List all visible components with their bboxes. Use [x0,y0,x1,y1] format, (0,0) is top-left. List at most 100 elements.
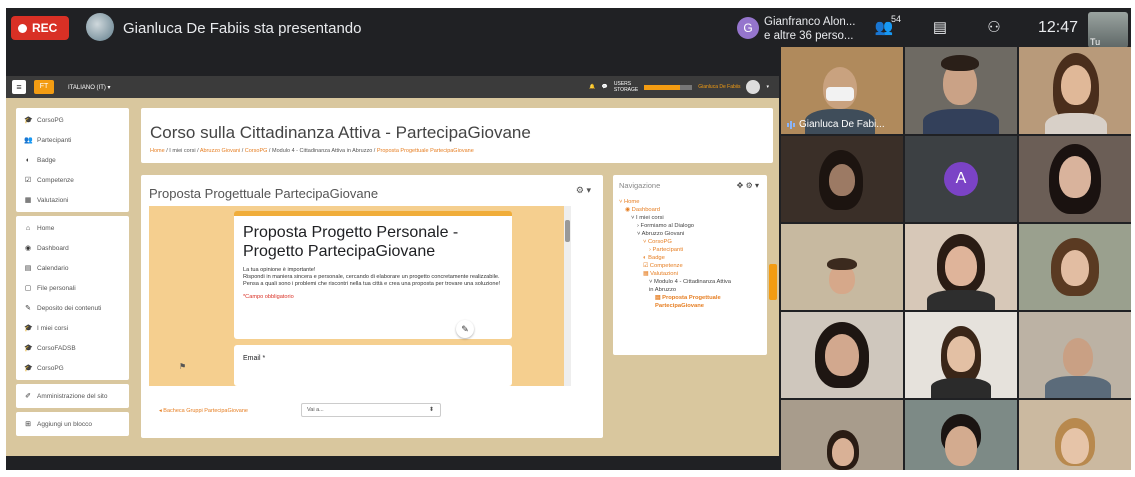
nav-tree-item[interactable]: ▦ Valutazioni [619,270,761,278]
participant-tile[interactable] [1019,224,1131,310]
nav-tree-item[interactable]: ▤ Proposta Progettuale [619,294,761,302]
participant-tile-avatar[interactable]: A [905,136,1017,222]
block-drawer-tab[interactable] [769,264,777,300]
participant-tile[interactable] [1019,136,1131,222]
joiners-notice[interactable]: Gianfranco Alon... e altre 36 perso... [764,15,855,43]
activities-button[interactable]: ⚇ [982,18,1006,38]
participant-tile[interactable] [905,224,1017,310]
sidebar-item[interactable]: ▢ File personali [16,278,129,298]
block-actions-icon[interactable]: ✥ ⚙ ▾ [737,181,759,190]
message-icon[interactable]: 💬 [602,84,608,90]
navbar-right: 🔔 💬 USERS STORAGE Gianluca De Fabiis ▾ [589,80,769,94]
sidebar-item[interactable]: ⊞ Aggiungi un blocco [16,414,129,434]
sidebar-item[interactable]: ✎ Deposito dei contenuti [16,298,129,318]
sidebar-site-group: ⌂ Home ◉ Dashboard ▤ Calendario ▢ File personal… [16,216,129,380]
user-name[interactable]: Gianluca De Fabiis [698,84,740,90]
participant-label: Gianluca De Fabi... [787,119,885,130]
activity-settings-gear-icon[interactable]: ⚙ ▾ [576,185,591,196]
participant-tile[interactable] [1019,312,1131,398]
user-menu-chevron-icon[interactable]: ▾ [766,84,769,90]
form-title: Proposta Progetto Personale - Progetto P… [243,224,459,260]
nav-tree-item[interactable]: › Formiamo al Dialogo [619,222,761,230]
graduation-cap-icon: 🎓 [24,365,33,372]
participant-tile[interactable] [781,224,903,310]
participant-tile[interactable] [781,400,903,470]
sidebar-item[interactable]: 🎓 I miei corsi [16,318,129,338]
user-avatar[interactable] [746,80,761,94]
participant-tile[interactable] [1019,400,1131,470]
nav-tree-item[interactable]: in Abruzzo [619,286,761,294]
sidebar-item-label: Competenze [37,176,74,184]
badge-icon: ◐ [25,156,31,164]
meet-window: REC Gianluca De Fabiis sta presentando G… [6,8,1131,470]
nav-tree-item[interactable]: ˅ CorsoPG [619,238,761,246]
self-view-tile[interactable]: Tu [1088,12,1128,48]
graduation-cap-icon: 🎓 [24,117,33,124]
record-dot-icon [18,23,27,33]
sidebar-item-label: Deposito dei contenuti [37,304,102,312]
nav-tree-item[interactable]: ☑ Competenze [619,262,761,270]
bell-icon[interactable]: 🔔 [589,84,595,90]
sidebar-item[interactable]: ◐ Badge [16,150,129,170]
nav-tree-item[interactable]: ˅ Modulo 4 - Cittadinanza Attiva [619,278,761,286]
participant-face [829,164,855,196]
sidebar-item[interactable]: 👥 Partecipanti [16,130,129,150]
nav-tree-item[interactable]: ◐ Badge [619,254,761,262]
participant-tile[interactable] [905,47,1017,134]
breadcrumb-course[interactable]: CorsoPG [245,148,268,154]
participant-tile[interactable] [781,136,903,222]
site-logo[interactable]: FT [34,80,54,94]
sidebar-item[interactable]: ▦ Valutazioni [16,190,129,210]
meet-top-bar: REC Gianluca De Fabiis sta presentando G… [6,8,1131,50]
participant-face [1063,338,1093,376]
menu-toggle-button[interactable]: ≡ [12,80,26,94]
joiners-line1: Gianfranco Alon... [764,16,856,28]
participant-tile[interactable] [1019,47,1131,134]
hamburger-icon: ≡ [16,82,22,92]
participant-tile[interactable] [905,312,1017,398]
scrollbar-thumb[interactable] [565,220,570,242]
jump-to-select[interactable]: Vai a... ⬍ [301,403,441,417]
nav-tree-item[interactable]: ◉ Dashboard [619,206,761,214]
sidebar-item-label: Calendario [37,264,69,272]
jump-to-value: Vai a... [307,407,324,413]
sidebar-item[interactable]: ▤ Calendario [16,258,129,278]
breadcrumb-category[interactable]: Abruzzo Giovani [200,148,240,154]
sidebar-item[interactable]: 🎓 CorsoFADSB [16,338,129,358]
edit-pencil-icon[interactable]: ✎ [456,320,474,338]
sidebar-item[interactable]: ◉ Dashboard [16,238,129,258]
form-scrollbar[interactable] [564,206,571,386]
nav-tree-item[interactable]: ˅ Abruzzo Giovani [619,230,761,238]
embedded-form[interactable]: Proposta Progetto Personale - Progetto P… [149,206,571,386]
breadcrumb-module[interactable]: Modulo 4 - Cittadinanza Attiva in Abruzz… [272,148,372,154]
email-question-card[interactable]: Email * [234,345,512,386]
breadcrumb-activity[interactable]: Proposta Progettuale PartecipaGiovane [377,148,474,154]
participant-body [931,378,991,398]
sidebar-item[interactable]: ☑ Competenze [16,170,129,190]
participant-face [947,336,975,372]
breadcrumb-my-courses[interactable]: I miei corsi [169,148,195,154]
participant-tile-pinned[interactable]: Gianluca De Fabi... [781,47,903,134]
form-header-card: Proposta Progetto Personale - Progetto P… [234,211,512,339]
previous-activity-link[interactable]: ◂ Bacheca Gruppi PartecipaGiovane [159,408,248,414]
sidebar-item[interactable]: ✐ Amministrazione del sito [16,386,129,406]
users-icon: 👥 [24,137,33,144]
nav-tree-item[interactable]: PartecipaGiovane [619,302,761,310]
sidebar-item[interactable]: ⌂ Home [16,218,129,238]
breadcrumb-home[interactable]: Home [150,148,165,154]
language-menu[interactable]: ITALIANO (IT) ▾ [68,84,111,91]
sidebar-item-label: Badge [37,156,56,164]
sidebar-item[interactable]: 🎓 CorsoPG [16,358,129,378]
participant-body [927,290,995,310]
participant-tile[interactable] [905,400,1017,470]
sidebar-item[interactable]: 🎓 CorsoPG [16,110,129,130]
nav-tree-item[interactable]: ˅ Home [619,198,761,206]
participant-tile[interactable] [781,312,903,398]
sidebar-item-label: CorsoPG [37,364,64,372]
nav-tree-item[interactable]: ˅ I miei corsi [619,214,761,222]
participant-face [832,438,854,466]
chat-button[interactable]: ▤ [928,18,952,38]
sidebar-item-label: Amministrazione del sito [37,392,108,400]
feedback-flag-icon[interactable]: ⚑ [179,362,186,371]
nav-tree-item[interactable]: › Partecipanti [619,246,761,254]
